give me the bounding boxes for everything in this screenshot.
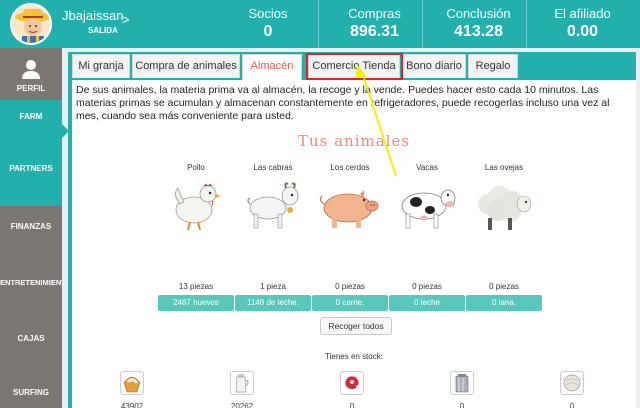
sheep-icon <box>478 186 532 230</box>
stat-socios: Socios 0 <box>212 0 324 48</box>
sidebar-item-finanzas[interactable]: FINANZAS <box>0 222 62 231</box>
stat-label: El afiliado <box>554 6 611 21</box>
stock-title: Tienes en stock: <box>325 352 383 361</box>
tab-regalo[interactable]: Regalo <box>468 54 518 78</box>
stat-afiliado: El afiliado 0.00 <box>526 0 638 48</box>
sidebar-item-label: FINANZAS <box>10 222 52 231</box>
product-pill-goat-milk: 1148 de leche. <box>235 295 311 311</box>
milk-jug-icon <box>230 371 254 395</box>
stock-value: 0 <box>569 402 575 408</box>
sidebar-item-label: CAJAS <box>17 334 45 343</box>
farmer-avatar-icon <box>12 5 50 43</box>
stock-value: 43902 <box>120 402 144 408</box>
stock-value: 0 <box>349 402 355 408</box>
product-pill-milk: 0 leche <box>389 295 465 311</box>
stat-value: 896.31 <box>350 23 399 40</box>
cow-icon <box>401 189 456 229</box>
sidebar-item-cajas[interactable]: CAJAS <box>0 334 62 343</box>
animal-count: 0 piezas <box>412 282 442 291</box>
sidebar-item-label: ENTRETENIMIENTO <box>0 278 62 287</box>
tab-almacen[interactable]: Almacén <box>242 54 302 81</box>
goat-icon <box>247 182 299 229</box>
sidebar-item-perfil[interactable]: PERFIL <box>0 48 62 100</box>
animals-heading: Tus animales <box>297 132 411 150</box>
user-icon <box>22 60 40 79</box>
wool-icon <box>560 371 584 395</box>
avatar[interactable] <box>10 3 52 45</box>
stock-value: 20262 <box>230 402 254 408</box>
meat-icon <box>340 371 364 395</box>
animal-name-vacas: Vacas <box>416 163 438 172</box>
collect-all-button[interactable]: Recoger todos <box>320 317 392 335</box>
tab-mi-granja[interactable]: Mi granja <box>72 54 130 78</box>
animal-count: 1 pieza <box>260 282 286 291</box>
stat-conclusion: Conclusión 413.28 <box>422 0 534 48</box>
product-pill-eggs: 2487 huevos <box>158 295 234 311</box>
username[interactable]: Jbajaissan <box>62 8 123 23</box>
logout-link[interactable]: SALIDA <box>88 26 118 35</box>
animal-count: 0 piezas <box>489 282 519 291</box>
stat-value: 413.28 <box>454 23 503 40</box>
stat-value: 0 <box>263 23 273 40</box>
sidebar: PERFIL FARM PARTNERS FINANZAS ENTRETENIM… <box>0 48 62 408</box>
milk-can-icon <box>450 371 474 395</box>
stat-compras: Compras 896.31 <box>318 0 430 48</box>
tab-bono-diario[interactable]: Bono diario <box>402 54 466 78</box>
top-bar: Jbajaissan SALIDA > Socios 0 Compras 896… <box>0 0 640 48</box>
sidebar-item-partners[interactable]: PARTNERS <box>0 164 62 173</box>
tab-compra-de-animales[interactable]: Compra de animales <box>132 54 240 78</box>
sidebar-item-label: PARTNERS <box>9 164 53 173</box>
sidebar-item-entretenimiento[interactable]: ENTRETENIMIENTO <box>0 278 62 287</box>
sidebar-item-label: PERFIL <box>16 84 46 93</box>
main-panel: Mi granja Compra de animales Almacén Com… <box>68 52 636 408</box>
sidebar-item-label: FARM <box>19 112 43 121</box>
egg-basket-icon <box>120 371 144 395</box>
stat-label: Conclusión <box>446 6 511 21</box>
animal-count: 13 piezas <box>178 282 214 291</box>
animal-name-ovejas: Las ovejas <box>484 163 524 172</box>
stock-value: 0 <box>459 402 465 408</box>
sidebar-item-surfing[interactable]: SURFING <box>0 388 62 397</box>
animal-count: 0 piezas <box>335 282 365 291</box>
chevron-right-icon[interactable]: > <box>122 12 130 27</box>
stat-label: Compras <box>348 6 401 21</box>
chicken-icon <box>175 184 221 231</box>
tab-bar: Mi granja Compra de animales Almacén Com… <box>68 52 636 81</box>
sidebar-item-label: SURFING <box>13 388 49 397</box>
highlight-box <box>306 53 403 80</box>
product-pill-wool: 0 lana. <box>466 295 542 311</box>
stat-value: 0.00 <box>566 23 599 40</box>
animal-name-cabras: Las cabras <box>253 163 293 172</box>
sidebar-item-farm[interactable]: FARM <box>0 100 62 206</box>
animal-name-pollo: Pollo <box>187 163 205 172</box>
product-pill-meat: 0 carne. <box>312 295 388 311</box>
pig-icon <box>319 190 379 228</box>
stat-label: Socios <box>248 6 288 21</box>
animal-name-cerdos: Los cerdos <box>330 163 370 172</box>
warehouse-description: De sus animales, la materia prima va al … <box>76 84 610 122</box>
warehouse-content: De sus animales, la materia prima va al … <box>72 80 636 408</box>
